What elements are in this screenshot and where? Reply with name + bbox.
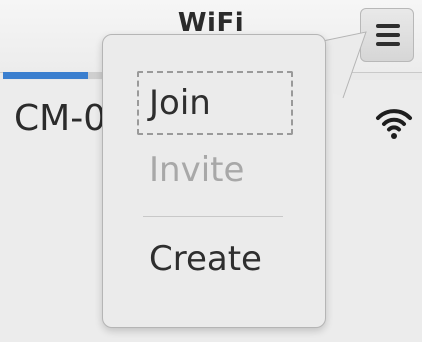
wifi-window: WiFi CM-0 Join Invite Create	[0, 0, 422, 342]
scan-progress-fill	[3, 72, 88, 79]
hamburger-menu-icon	[376, 24, 400, 46]
create-menu-item[interactable]: Create	[137, 242, 305, 276]
invite-menu-item: Invite	[149, 150, 245, 190]
network-name: CM-0	[14, 98, 107, 139]
wifi-signal-icon	[376, 109, 412, 139]
scan-progress-bar	[3, 72, 103, 79]
join-menu-item[interactable]: Join	[137, 71, 293, 135]
menu-button[interactable]	[360, 8, 414, 62]
popover-menu: Join Invite Create	[102, 34, 326, 328]
menu-separator	[143, 216, 283, 217]
